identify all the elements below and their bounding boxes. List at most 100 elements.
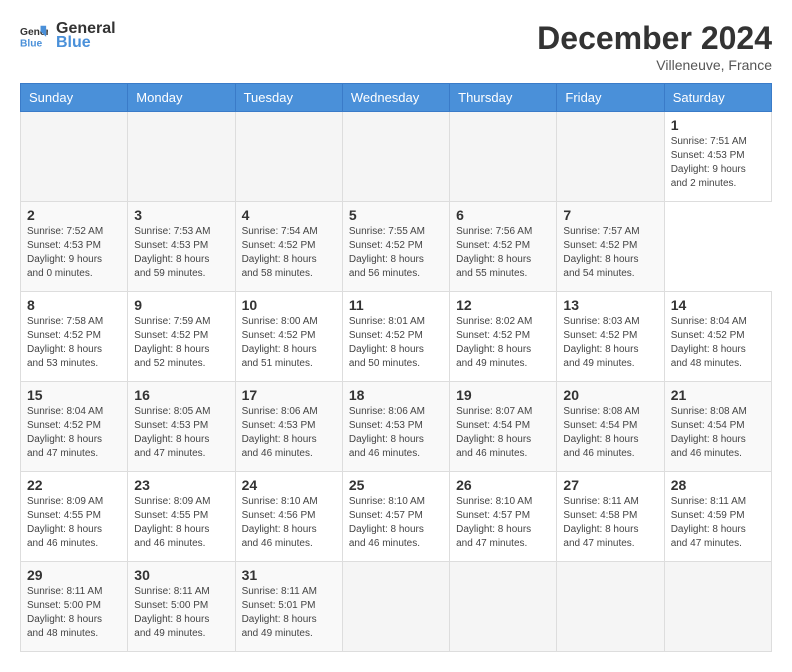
day-number: 24 <box>242 477 336 493</box>
day-info: Sunrise: 8:04 AMSunset: 4:52 PMDaylight:… <box>671 315 765 371</box>
day-info: Sunrise: 7:54 AMSunset: 4:52 PMDaylight:… <box>242 225 336 281</box>
calendar-header-row: Sunday Monday Tuesday Wednesday Thursday… <box>21 84 772 112</box>
calendar-table: Sunday Monday Tuesday Wednesday Thursday… <box>20 83 772 652</box>
calendar-day-cell: 16Sunrise: 8:05 AMSunset: 4:53 PMDayligh… <box>128 382 235 472</box>
calendar-day-cell <box>450 562 557 652</box>
calendar-week-row: 15 Sunrise: 8:04 AMSunset: 4:52 PMDayligh… <box>21 382 772 472</box>
location: Villeneuve, France <box>537 57 772 73</box>
calendar-day-cell: 25 Sunrise: 8:10 AMSunset: 4:57 PMDayligh… <box>342 472 449 562</box>
day-info: Sunrise: 7:52 AMSunset: 4:53 PMDaylight:… <box>27 225 121 281</box>
day-info: Sunrise: 7:59 AMSunset: 4:52 PMDaylight:… <box>134 315 228 371</box>
day-info: Sunrise: 8:01 AMSunset: 4:52 PMDaylight:… <box>349 315 443 371</box>
day-info: Sunrise: 8:06 AMSunset: 4:53 PMDaylight:… <box>242 405 336 461</box>
calendar-day-cell: 19 Sunrise: 8:07 AMSunset: 4:54 PMDayligh… <box>450 382 557 472</box>
day-info: Sunrise: 8:08 AMSunset: 4:54 PMDaylight:… <box>671 405 765 461</box>
day-number: 20 <box>563 387 657 403</box>
day-number: 30 <box>134 567 228 583</box>
day-info: Sunrise: 7:51 AMSunset: 4:53 PMDaylight:… <box>671 135 765 191</box>
day-info: Sunrise: 8:11 AMSunset: 5:00 PMDaylight:… <box>27 585 121 641</box>
day-number: 27 <box>563 477 657 493</box>
calendar-day-cell: 1 Sunrise: 7:51 AMSunset: 4:53 PMDaylight… <box>664 112 771 202</box>
calendar-week-row: 22Sunrise: 8:09 AMSunset: 4:55 PMDayligh… <box>21 472 772 562</box>
day-number: 26 <box>456 477 550 493</box>
calendar-day-cell: 22Sunrise: 8:09 AMSunset: 4:55 PMDayligh… <box>21 472 128 562</box>
calendar-day-cell <box>557 562 664 652</box>
day-info: Sunrise: 8:04 AMSunset: 4:52 PMDaylight:… <box>27 405 121 461</box>
day-number: 16 <box>134 387 228 403</box>
calendar-day-cell: 12Sunrise: 8:02 AMSunset: 4:52 PMDayligh… <box>450 292 557 382</box>
day-number: 5 <box>349 207 443 223</box>
calendar-week-row: 8 Sunrise: 7:58 AMSunset: 4:52 PMDaylight… <box>21 292 772 382</box>
day-number: 11 <box>349 297 443 313</box>
calendar-day-cell <box>235 112 342 202</box>
calendar-day-cell: 15 Sunrise: 8:04 AMSunset: 4:52 PMDayligh… <box>21 382 128 472</box>
day-number: 3 <box>134 207 228 223</box>
calendar-day-cell: 23 Sunrise: 8:09 AMSunset: 4:55 PMDayligh… <box>128 472 235 562</box>
day-info: Sunrise: 8:11 AMSunset: 5:01 PMDaylight:… <box>242 585 336 641</box>
calendar-week-row: 1 Sunrise: 7:51 AMSunset: 4:53 PMDaylight… <box>21 112 772 202</box>
col-wednesday: Wednesday <box>342 84 449 112</box>
day-info: Sunrise: 8:10 AMSunset: 4:56 PMDaylight:… <box>242 495 336 551</box>
calendar-week-row: 29 Sunrise: 8:11 AMSunset: 5:00 PMDayligh… <box>21 562 772 652</box>
calendar-day-cell: 14 Sunrise: 8:04 AMSunset: 4:52 PMDayligh… <box>664 292 771 382</box>
day-number: 17 <box>242 387 336 403</box>
day-number: 4 <box>242 207 336 223</box>
calendar-day-cell: 31 Sunrise: 8:11 AMSunset: 5:01 PMDayligh… <box>235 562 342 652</box>
day-number: 1 <box>671 117 765 133</box>
day-number: 14 <box>671 297 765 313</box>
day-number: 21 <box>671 387 765 403</box>
day-number: 2 <box>27 207 121 223</box>
calendar-day-cell <box>664 562 771 652</box>
calendar-day-cell: 11 Sunrise: 8:01 AMSunset: 4:52 PMDayligh… <box>342 292 449 382</box>
day-info: Sunrise: 8:08 AMSunset: 4:54 PMDaylight:… <box>563 405 657 461</box>
calendar-day-cell: 24 Sunrise: 8:10 AMSunset: 4:56 PMDayligh… <box>235 472 342 562</box>
calendar-day-cell: 8 Sunrise: 7:58 AMSunset: 4:52 PMDaylight… <box>21 292 128 382</box>
day-number: 13 <box>563 297 657 313</box>
day-number: 7 <box>563 207 657 223</box>
calendar-day-cell <box>128 112 235 202</box>
col-tuesday: Tuesday <box>235 84 342 112</box>
calendar-day-cell: 7Sunrise: 7:57 AMSunset: 4:52 PMDaylight… <box>557 202 664 292</box>
svg-text:Blue: Blue <box>20 38 43 49</box>
day-number: 19 <box>456 387 550 403</box>
calendar-day-cell: 27 Sunrise: 8:11 AMSunset: 4:58 PMDayligh… <box>557 472 664 562</box>
calendar-day-cell: 20 Sunrise: 8:08 AMSunset: 4:54 PMDayligh… <box>557 382 664 472</box>
col-friday: Friday <box>557 84 664 112</box>
day-info: Sunrise: 8:06 AMSunset: 4:53 PMDaylight:… <box>349 405 443 461</box>
day-info: Sunrise: 7:53 AMSunset: 4:53 PMDaylight:… <box>134 225 228 281</box>
calendar-day-cell: 5 Sunrise: 7:55 AMSunset: 4:52 PMDaylight… <box>342 202 449 292</box>
day-number: 18 <box>349 387 443 403</box>
calendar-day-cell: 21 Sunrise: 8:08 AMSunset: 4:54 PMDayligh… <box>664 382 771 472</box>
calendar-day-cell <box>450 112 557 202</box>
calendar-day-cell: 6Sunrise: 7:56 AMSunset: 4:52 PMDaylight… <box>450 202 557 292</box>
day-info: Sunrise: 8:07 AMSunset: 4:54 PMDaylight:… <box>456 405 550 461</box>
day-number: 29 <box>27 567 121 583</box>
calendar-day-cell: 29 Sunrise: 8:11 AMSunset: 5:00 PMDayligh… <box>21 562 128 652</box>
day-info: Sunrise: 8:00 AMSunset: 4:52 PMDaylight:… <box>242 315 336 371</box>
calendar-week-row: 2 Sunrise: 7:52 AMSunset: 4:53 PMDaylight… <box>21 202 772 292</box>
month-title: December 2024 <box>537 20 772 57</box>
calendar-day-cell: 13Sunrise: 8:03 AMSunset: 4:52 PMDayligh… <box>557 292 664 382</box>
col-sunday: Sunday <box>21 84 128 112</box>
day-info: Sunrise: 8:11 AMSunset: 5:00 PMDaylight:… <box>134 585 228 641</box>
day-number: 8 <box>27 297 121 313</box>
day-info: Sunrise: 7:56 AMSunset: 4:52 PMDaylight:… <box>456 225 550 281</box>
day-number: 31 <box>242 567 336 583</box>
day-info: Sunrise: 7:58 AMSunset: 4:52 PMDaylight:… <box>27 315 121 371</box>
day-number: 28 <box>671 477 765 493</box>
day-number: 25 <box>349 477 443 493</box>
day-info: Sunrise: 8:10 AMSunset: 4:57 PMDaylight:… <box>349 495 443 551</box>
calendar-day-cell: 18 Sunrise: 8:06 AMSunset: 4:53 PMDayligh… <box>342 382 449 472</box>
day-info: Sunrise: 8:11 AMSunset: 4:59 PMDaylight:… <box>671 495 765 551</box>
calendar-day-cell: 3 Sunrise: 7:53 AMSunset: 4:53 PMDaylight… <box>128 202 235 292</box>
day-info: Sunrise: 8:11 AMSunset: 4:58 PMDaylight:… <box>563 495 657 551</box>
col-monday: Monday <box>128 84 235 112</box>
title-block: December 2024 Villeneuve, France <box>537 20 772 73</box>
day-number: 15 <box>27 387 121 403</box>
day-number: 12 <box>456 297 550 313</box>
calendar-day-cell: 30 Sunrise: 8:11 AMSunset: 5:00 PMDayligh… <box>128 562 235 652</box>
day-number: 23 <box>134 477 228 493</box>
day-info: Sunrise: 7:55 AMSunset: 4:52 PMDaylight:… <box>349 225 443 281</box>
day-info: Sunrise: 8:09 AMSunset: 4:55 PMDaylight:… <box>134 495 228 551</box>
day-info: Sunrise: 8:09 AMSunset: 4:55 PMDaylight:… <box>27 495 121 551</box>
